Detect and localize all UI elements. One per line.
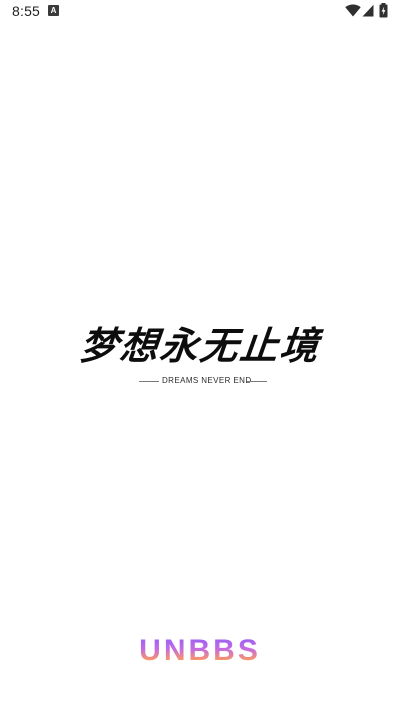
brand-logo: UNBBS (0, 633, 400, 669)
slogan-subtitle-row: DREAMS NEVER END (0, 374, 400, 388)
slogan-title: 梦想永无止境 (77, 323, 323, 368)
wifi-icon (345, 4, 361, 17)
status-time: 8:55 (12, 3, 41, 19)
status-bar: 8:55 A (0, 0, 400, 24)
divider-left (139, 381, 159, 382)
slogan-subtitle: DREAMS NEVER END (162, 376, 252, 385)
battery-charging-icon (379, 3, 388, 18)
divider-right (247, 381, 267, 382)
splash-slogan: 梦想永无止境 DREAMS NEVER END (0, 322, 400, 388)
signal-icon (362, 4, 374, 17)
notification-icon: A (48, 5, 59, 16)
brand-name: UNBBS (139, 634, 261, 667)
